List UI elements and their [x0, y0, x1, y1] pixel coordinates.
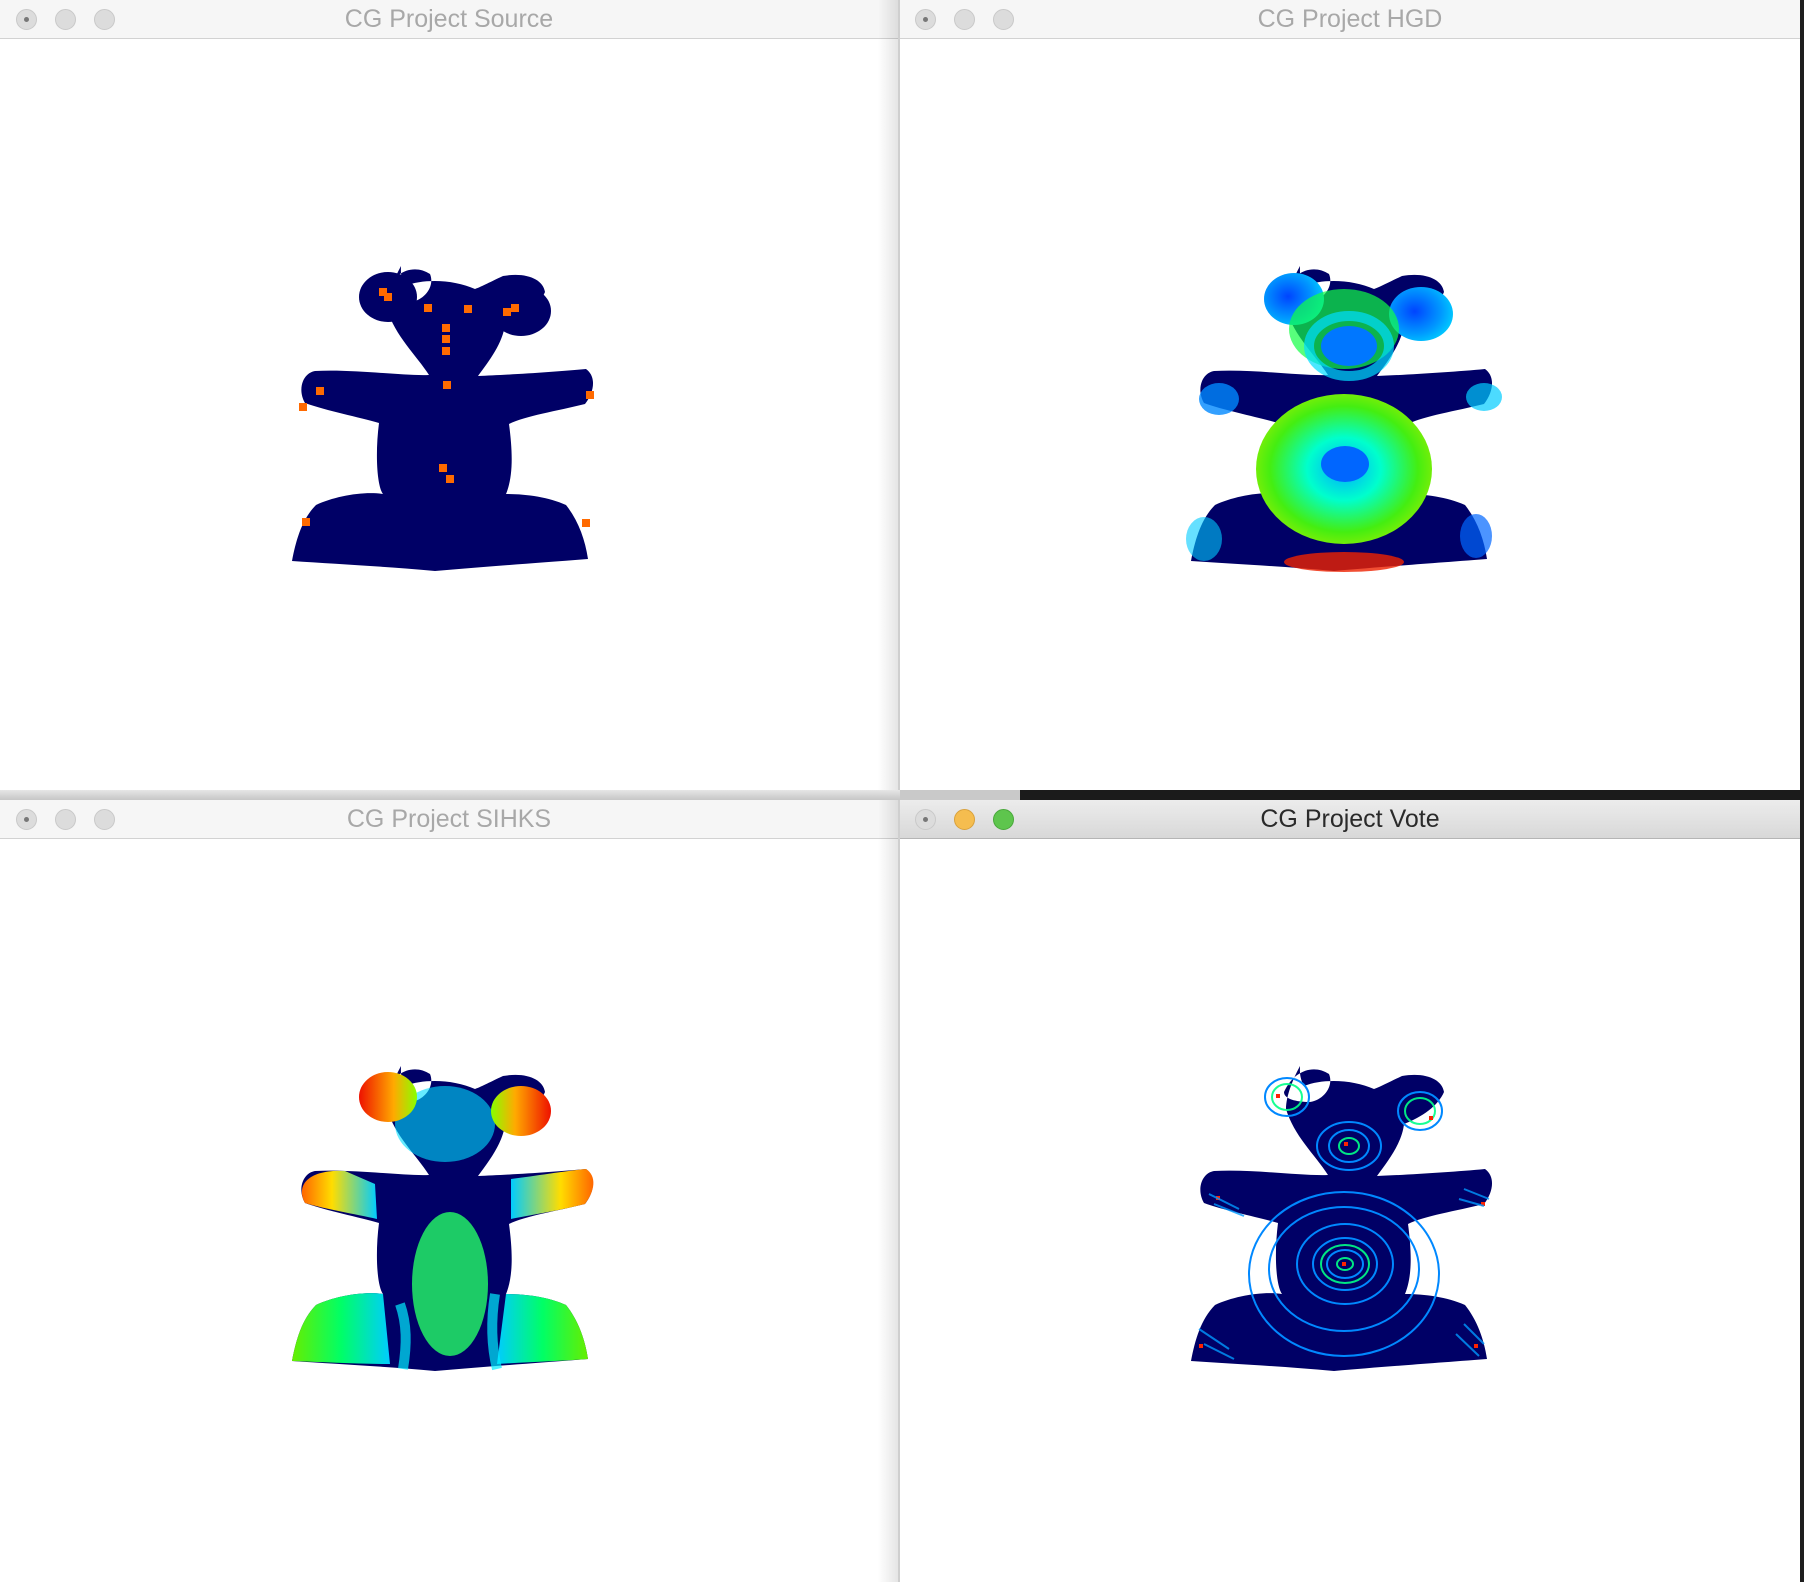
- canvas-vote[interactable]: [900, 839, 1800, 1582]
- window-title: CG Project Source: [344, 5, 554, 33]
- window-sihks[interactable]: CG Project SIHKS: [0, 800, 898, 1582]
- bear-render-vote: [1191, 1066, 1493, 1371]
- window-shadow: [878, 0, 898, 790]
- titlebar-vote[interactable]: CG Project Vote: [900, 800, 1800, 839]
- bear-right-ear: [491, 286, 551, 336]
- titlebar-source[interactable]: CG Project Source: [0, 0, 898, 39]
- terminal-fragment: [1020, 790, 1804, 800]
- canvas-hgd[interactable]: [900, 39, 1800, 790]
- window-title: CG Project Vote: [1260, 805, 1440, 833]
- window-title: CG Project SIHKS: [346, 805, 552, 833]
- window-source[interactable]: CG Project Source: [0, 0, 898, 790]
- bear-render-hgd: [1186, 266, 1502, 572]
- window-title: CG Project HGD: [1257, 5, 1443, 33]
- titlebar-hgd[interactable]: CG Project HGD: [900, 0, 1800, 39]
- bear-render-source: [292, 266, 594, 571]
- canvas-sihks[interactable]: [0, 839, 898, 1582]
- window-hgd[interactable]: CG Project HGD: [898, 0, 1800, 790]
- window-vote[interactable]: CG Project Vote: [898, 800, 1800, 1582]
- background-terminal-strip: [0, 790, 1804, 800]
- titlebar-sihks[interactable]: CG Project SIHKS: [0, 800, 898, 839]
- bear-render-sihks: [292, 1066, 594, 1371]
- canvas-source[interactable]: [0, 39, 898, 790]
- window-shadow: [878, 800, 898, 1582]
- finder-toolbar-fragment: [0, 790, 900, 800]
